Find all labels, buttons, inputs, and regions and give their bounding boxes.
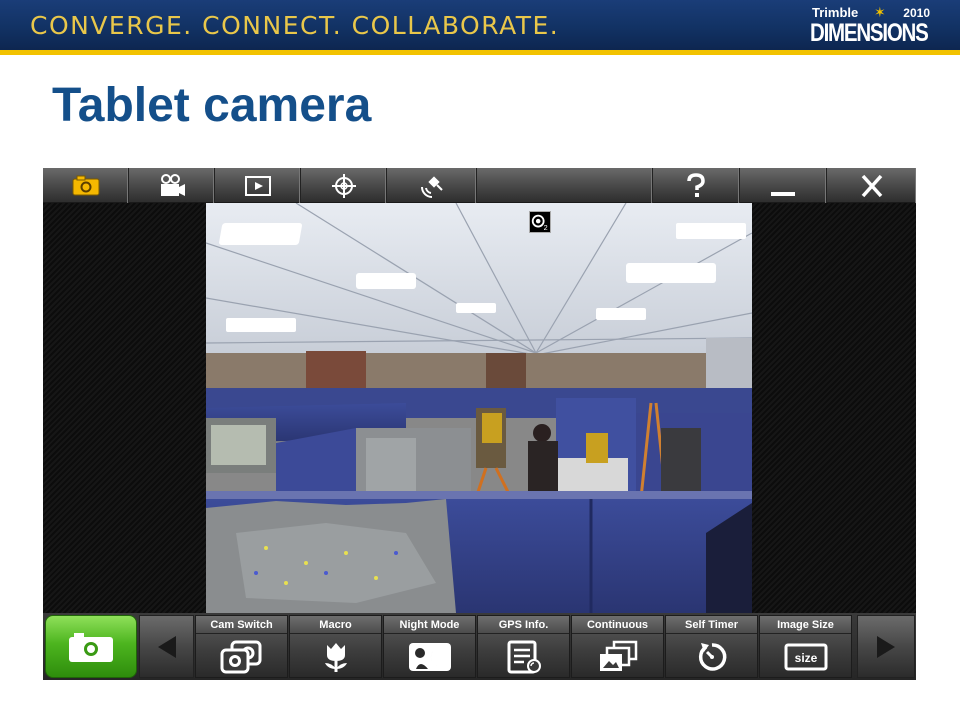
satellite-icon	[420, 175, 443, 198]
gps-info-button[interactable]: GPS Info.	[477, 615, 570, 678]
scroll-right-button[interactable]	[857, 615, 915, 678]
viewfinder-left-margin	[43, 203, 206, 613]
image-size-text: size	[794, 651, 817, 665]
gps-info-icon	[507, 640, 541, 673]
tagline: CONVERGE. CONNECT. COLLABORATE.	[30, 11, 560, 40]
brand-main: DIMENSIONS	[810, 19, 929, 47]
slide-banner: CONVERGE. CONNECT. COLLABORATE. Trimble …	[0, 0, 960, 55]
viewfinder-right-margin	[752, 203, 916, 613]
arrow-right-icon	[877, 635, 895, 658]
flower-icon	[324, 642, 347, 672]
playback-button[interactable]	[215, 168, 301, 203]
image-size-label: Image Size	[760, 616, 851, 634]
crosshair-icon	[331, 173, 356, 198]
night-mode-label: Night Mode	[384, 616, 475, 634]
self-timer-label: Self Timer	[666, 616, 757, 634]
camera-viewfinder[interactable]	[206, 203, 752, 613]
cam-switch-label: Cam Switch	[196, 616, 287, 634]
toolbar-spacer	[477, 168, 653, 203]
shutter-button[interactable]	[45, 615, 137, 678]
arrow-left-icon	[157, 635, 176, 658]
slide-title: Tablet camera	[52, 79, 372, 132]
minimize-button[interactable]	[740, 168, 827, 203]
camera-mode-button[interactable]	[43, 168, 129, 203]
continuous-icon	[599, 640, 637, 671]
minimize-icon	[771, 191, 795, 196]
top-toolbar	[43, 168, 916, 203]
night-mode-button[interactable]: Night Mode	[383, 615, 476, 678]
question-icon	[687, 172, 705, 197]
cam-switch-button[interactable]: Cam Switch	[195, 615, 288, 678]
macro-button[interactable]: Macro	[289, 615, 382, 678]
continuous-label: Continuous	[572, 616, 663, 634]
continuous-button[interactable]: Continuous	[571, 615, 664, 678]
night-mode-icon	[408, 642, 451, 671]
self-timer-button[interactable]: Self Timer	[665, 615, 758, 678]
shot-counter-badge: 2	[529, 211, 551, 233]
camera-icon	[69, 632, 113, 662]
cam-switch-icon	[220, 640, 261, 673]
play-icon	[244, 175, 271, 196]
close-button[interactable]	[827, 168, 916, 203]
macro-label: Macro	[290, 616, 381, 634]
timer-icon	[698, 642, 726, 671]
gps-button[interactable]	[301, 168, 387, 203]
help-button[interactable]	[653, 168, 740, 203]
shot-counter-subscript: 2	[544, 223, 548, 232]
camera-app-window: 2 Cam Switch Macro Night Mode GPS Info. …	[43, 168, 916, 680]
brand-year: 2010	[903, 6, 930, 20]
brand-top: Trimble	[812, 5, 859, 20]
trimble-dimensions-logo: Trimble ✶ 2010 DIMENSIONS	[810, 4, 930, 47]
scroll-left-button[interactable]	[139, 615, 194, 678]
close-icon	[861, 174, 882, 197]
camera-icon	[72, 175, 99, 195]
video-mode-button[interactable]	[129, 168, 215, 203]
gps-info-label: GPS Info.	[478, 616, 569, 634]
video-camera-icon	[160, 173, 185, 196]
image-size-icon: size	[784, 643, 827, 670]
image-size-button[interactable]: Image Size size	[759, 615, 852, 678]
lens-icon: 2	[531, 214, 548, 232]
office-scene-preview	[206, 203, 752, 613]
satellite-button[interactable]	[387, 168, 477, 203]
bottom-toolbar: Cam Switch Macro Night Mode GPS Info. Co…	[43, 613, 916, 680]
